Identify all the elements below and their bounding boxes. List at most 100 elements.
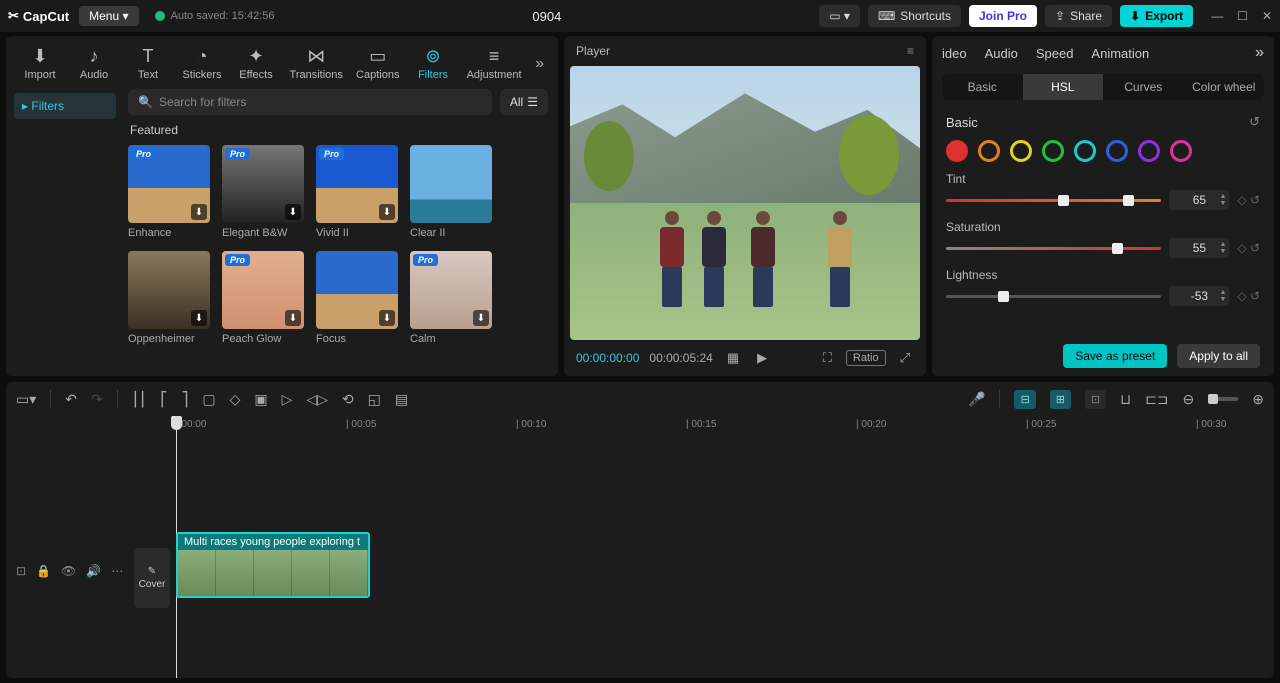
track-lock-icon[interactable]: 🔒 (36, 564, 51, 578)
zoom-in-icon[interactable]: ⊕ (1252, 391, 1264, 408)
clip-label: Multi races young people exploring t (178, 534, 368, 550)
toptab-stickers[interactable]: ◔Stickers (176, 42, 228, 85)
ruler-mark: | 00:30 (1196, 419, 1226, 430)
timeline-clip[interactable]: Multi races young people exploring t (176, 532, 370, 598)
track-more-icon[interactable]: ⋯ (111, 564, 123, 578)
undo-icon[interactable]: ↶ (65, 391, 77, 408)
snap-mode-2[interactable]: ⊞ (1050, 390, 1071, 409)
label-saturation: Saturation (946, 220, 1001, 234)
filter-thumb-vivid-ii[interactable]: Pro⬇Vivid II (316, 145, 398, 239)
slider-lightness[interactable] (946, 295, 1161, 298)
snap-mode-1[interactable]: ⊟ (1014, 390, 1035, 409)
filter-thumb-calm[interactable]: Pro⬇Calm (410, 251, 492, 345)
filter-thumb-peach-glow[interactable]: Pro⬇Peach Glow (222, 251, 304, 345)
track-mute-icon[interactable]: 🔊 (86, 564, 101, 578)
filter-thumb-oppenheimer[interactable]: ⬇Oppenheimer (128, 251, 210, 345)
tab-speed[interactable]: Speed (1036, 46, 1074, 61)
hsl-color-5[interactable] (1106, 140, 1128, 162)
ratio-button[interactable]: Ratio (846, 350, 886, 366)
toptab-adjustment[interactable]: ≡Adjustment (461, 42, 527, 85)
toptab-text[interactable]: TText (122, 42, 174, 85)
search-icon: 🔍 (138, 95, 153, 109)
toptab-captions[interactable]: ▭Captions (350, 42, 405, 85)
mic-icon[interactable]: 🎤 (968, 391, 985, 408)
value-saturation[interactable]: 55▲▼ (1169, 238, 1229, 258)
toptab-import[interactable]: ⬇Import (14, 42, 66, 85)
trim-right-icon[interactable]: ⎤ (181, 391, 188, 408)
filter-thumb-clear-ii[interactable]: Clear II (410, 145, 492, 239)
filter-thumb-focus[interactable]: ⬇Focus (316, 251, 398, 345)
subtab-basic[interactable]: Basic (942, 74, 1023, 100)
hsl-color-1[interactable] (978, 140, 1000, 162)
autosave-status: Auto saved: 15:42:56 (155, 10, 275, 22)
reset-icon[interactable]: ↺ (1249, 114, 1260, 130)
magnet-icon[interactable]: ⊔ (1120, 391, 1131, 408)
hsl-color-3[interactable] (1042, 140, 1064, 162)
subtab-color-wheel[interactable]: Color wheel (1184, 74, 1265, 100)
play-button[interactable]: ▶ (753, 348, 771, 368)
close-icon[interactable]: ✕ (1262, 9, 1272, 23)
minimize-icon[interactable]: — (1211, 9, 1223, 23)
join-pro-button[interactable]: Join Pro (969, 5, 1037, 27)
expand-icon[interactable]: » (529, 55, 550, 73)
toptab-filters[interactable]: ⊚Filters (407, 42, 459, 85)
grid-icon[interactable]: ▦ (723, 348, 743, 368)
tab-video[interactable]: ideo (942, 46, 967, 61)
value-tint[interactable]: 65▲▼ (1169, 190, 1229, 210)
ruler-mark: | 00:15 (686, 419, 716, 430)
hsl-color-2[interactable] (1010, 140, 1032, 162)
shortcuts-button[interactable]: ⌨ Shortcuts (868, 5, 961, 27)
slider-saturation[interactable] (946, 247, 1161, 250)
filter-all-button[interactable]: All ☰ (500, 89, 548, 115)
subtab-hsl[interactable]: HSL (1023, 74, 1104, 100)
fullscreen-icon[interactable]: ⤢ (896, 348, 914, 368)
hsl-color-4[interactable] (1074, 140, 1096, 162)
hsl-color-7[interactable] (1170, 140, 1192, 162)
redo-icon[interactable]: ↷ (91, 391, 103, 408)
group-icon[interactable]: ▣ (254, 391, 267, 408)
scale-icon[interactable]: ⛶ (819, 348, 836, 368)
slider-tint[interactable] (946, 199, 1161, 202)
value-lightness[interactable]: -53▲▼ (1169, 286, 1229, 306)
hsl-color-6[interactable] (1138, 140, 1160, 162)
zoom-out-icon[interactable]: ⊖ (1183, 391, 1195, 408)
pointer-tool-icon[interactable]: ▭▾ (16, 391, 36, 408)
hsl-color-0[interactable] (946, 140, 968, 162)
toptab-audio[interactable]: ♪Audio (68, 42, 120, 85)
playout-icon[interactable]: ▷ (282, 391, 293, 408)
toptab-transitions[interactable]: ⋈Transitions (284, 42, 348, 85)
export-button[interactable]: ⬇ Export (1120, 5, 1193, 27)
sidebar-item-filters[interactable]: ▸ Filters (14, 93, 116, 119)
menu-button[interactable]: Menu ▾ (79, 6, 138, 26)
subtab-curves[interactable]: Curves (1103, 74, 1184, 100)
player-menu-icon[interactable]: ≡ (907, 44, 914, 58)
tab-audio[interactable]: Audio (985, 46, 1018, 61)
freeze-icon[interactable]: ▤ (395, 391, 408, 408)
mirror-icon[interactable]: ◁▷ (306, 391, 328, 408)
edit-icon: ✎ (148, 566, 156, 577)
tab-animation[interactable]: Animation (1091, 46, 1149, 61)
split-icon[interactable]: ⎮⎮ (132, 391, 147, 408)
share-button[interactable]: ⇪ Share (1045, 5, 1112, 27)
player-viewport[interactable] (570, 66, 920, 340)
cover-button[interactable]: ✎ Cover (134, 548, 170, 608)
link-icon[interactable]: ⊏⊐ (1145, 391, 1168, 408)
save-preset-button[interactable]: Save as preset (1063, 344, 1167, 368)
search-input[interactable]: 🔍 Search for filters (128, 89, 492, 115)
track-visible-icon[interactable]: 👁 (61, 564, 76, 578)
apply-all-button[interactable]: Apply to all (1177, 344, 1260, 368)
tabs-more-icon[interactable]: » (1255, 44, 1264, 62)
filter-thumb-enhance[interactable]: Pro⬇Enhance (128, 145, 210, 239)
snap-mode-3[interactable]: ⊡ (1085, 390, 1106, 409)
project-title[interactable]: 0904 (284, 9, 809, 24)
filter-thumb-elegant-b&w[interactable]: Pro⬇Elegant B&W (222, 145, 304, 239)
maximize-icon[interactable]: ☐ (1237, 9, 1248, 23)
track-expand-icon[interactable]: ⊡ (16, 564, 26, 578)
crop-icon[interactable]: ◱ (368, 391, 381, 408)
toptab-effects[interactable]: ✦Effects (230, 42, 282, 85)
rotate-icon[interactable]: ⟲ (342, 391, 354, 408)
trim-left-icon[interactable]: ⎡ (160, 391, 167, 408)
layout-button[interactable]: ▭ ▾ (819, 5, 860, 27)
delete-icon[interactable]: ▢ (202, 391, 215, 408)
marker-icon[interactable]: ◇ (230, 391, 241, 408)
